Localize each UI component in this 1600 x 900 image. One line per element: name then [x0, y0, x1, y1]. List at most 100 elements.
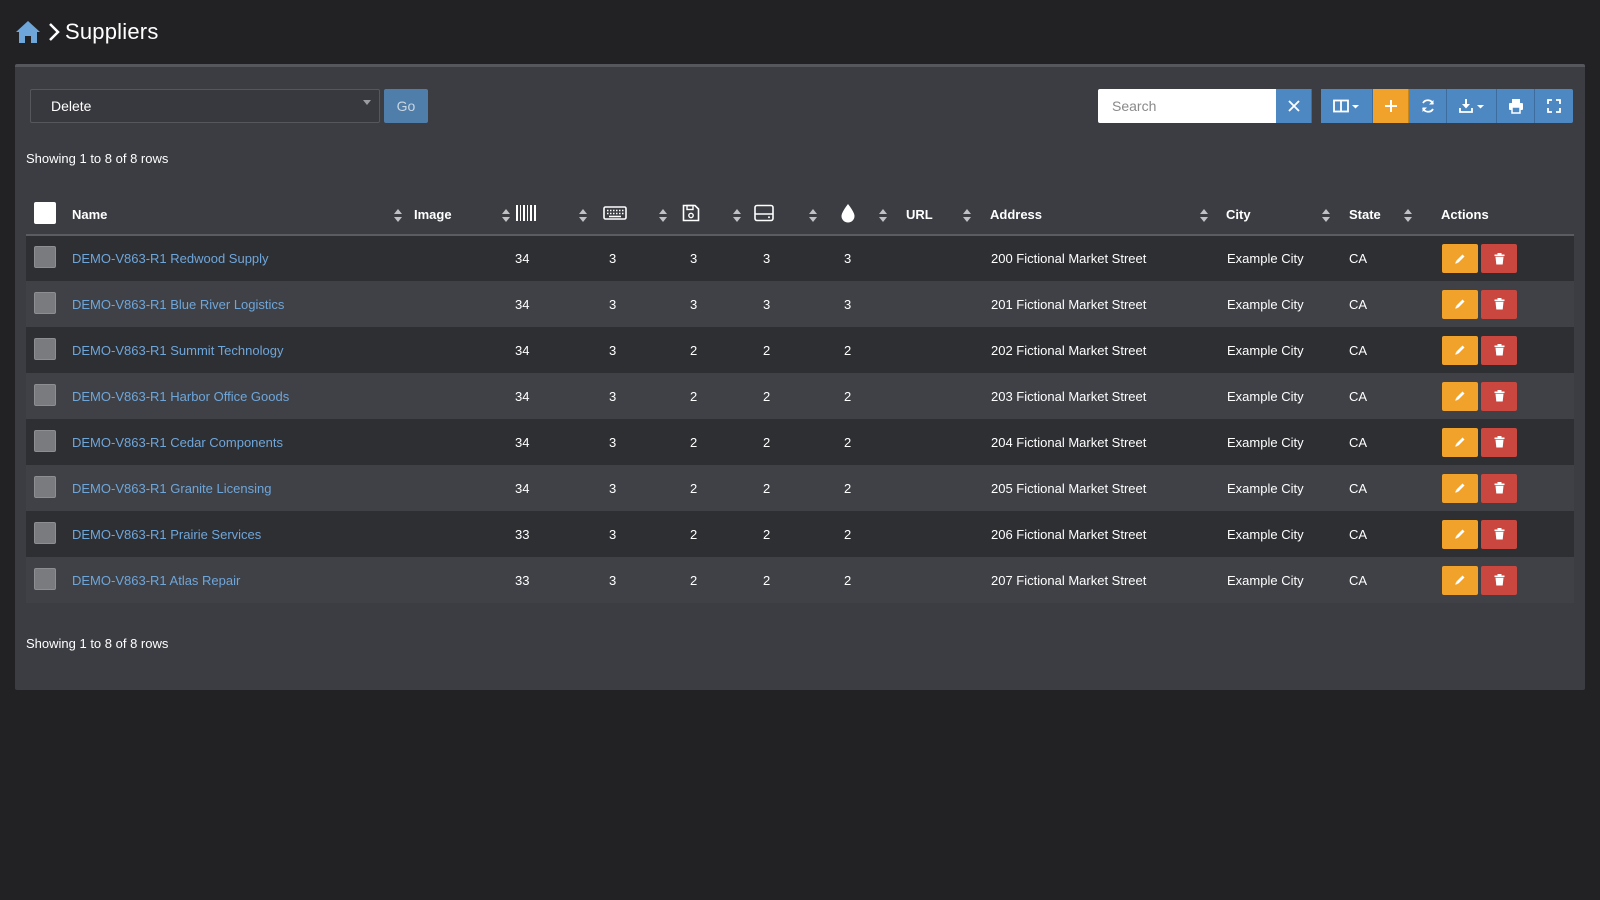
- column-header-assets[interactable]: [515, 195, 592, 236]
- accessories-count-cell: 3: [592, 373, 672, 419]
- table-row[interactable]: DEMO-V863-R1 Cedar Components 34 3 2 2 2…: [26, 419, 1574, 465]
- actions-cell: [1427, 557, 1574, 603]
- accessories-count-cell: 3: [592, 419, 672, 465]
- name-cell: DEMO-V863-R1 Prairie Services: [72, 511, 410, 557]
- row-select-cell: [26, 557, 72, 603]
- supplier-name-link[interactable]: DEMO-V863-R1 Atlas Repair: [72, 573, 240, 588]
- edit-button[interactable]: [1442, 335, 1478, 365]
- edit-button[interactable]: [1442, 381, 1478, 411]
- delete-button[interactable]: [1481, 565, 1517, 595]
- column-header-consumables[interactable]: [822, 195, 892, 236]
- row-select-cell: [26, 511, 72, 557]
- rows-info-bottom: Showing 1 to 8 of 8 rows: [26, 636, 169, 651]
- breadcrumb: Suppliers: [15, 14, 159, 50]
- edit-button[interactable]: [1442, 289, 1478, 319]
- delete-button[interactable]: [1481, 473, 1517, 503]
- accessories-count-cell: 3: [592, 235, 672, 281]
- edit-button[interactable]: [1442, 427, 1478, 457]
- url-cell: [892, 511, 976, 557]
- sort-icon: [1200, 209, 1208, 222]
- export-button[interactable]: [1447, 89, 1497, 123]
- accessories-count-cell: 3: [592, 281, 672, 327]
- supplier-name-link[interactable]: DEMO-V863-R1 Blue River Logistics: [72, 297, 284, 312]
- add-supplier-button[interactable]: [1373, 89, 1409, 123]
- column-header-image[interactable]: Image: [410, 195, 515, 236]
- refresh-button[interactable]: [1409, 89, 1447, 123]
- column-header-url[interactable]: URL: [892, 195, 976, 236]
- city-cell: Example City: [1212, 235, 1334, 281]
- fullscreen-button[interactable]: [1535, 89, 1573, 123]
- image-cell: [410, 281, 515, 327]
- column-header-city[interactable]: City: [1212, 195, 1334, 236]
- state-cell: CA: [1334, 327, 1427, 373]
- table-row[interactable]: DEMO-V863-R1 Granite Licensing 34 3 2 2 …: [26, 465, 1574, 511]
- column-header-name[interactable]: Name: [72, 195, 410, 236]
- sort-icon: [1404, 209, 1412, 222]
- row-checkbox[interactable]: [34, 291, 56, 314]
- name-cell: DEMO-V863-R1 Summit Technology: [72, 327, 410, 373]
- delete-button[interactable]: [1481, 427, 1517, 457]
- delete-button[interactable]: [1481, 519, 1517, 549]
- column-header-licenses[interactable]: [672, 195, 746, 236]
- consumables-count-cell: 3: [822, 281, 892, 327]
- address-cell: 204 Fictional Market Street: [976, 419, 1212, 465]
- actions-cell: [1427, 373, 1574, 419]
- city-cell: Example City: [1212, 419, 1334, 465]
- supplier-name-link[interactable]: DEMO-V863-R1 Granite Licensing: [72, 481, 271, 496]
- row-checkbox[interactable]: [34, 429, 56, 452]
- pencil-icon: [1455, 345, 1465, 355]
- row-checkbox[interactable]: [34, 567, 56, 590]
- row-checkbox[interactable]: [34, 383, 56, 406]
- actions-cell: [1427, 511, 1574, 557]
- home-icon[interactable]: [15, 19, 41, 45]
- delete-button[interactable]: [1481, 289, 1517, 319]
- rows-info-top: Showing 1 to 8 of 8 rows: [26, 151, 169, 166]
- pencil-icon: [1455, 437, 1465, 447]
- sort-icon: [733, 209, 741, 222]
- suppliers-panel: Delete Go Search Showing 1 to 8 of 8 row…: [15, 64, 1585, 690]
- table-row[interactable]: DEMO-V863-R1 Blue River Logistics 34 3 3…: [26, 281, 1574, 327]
- row-checkbox[interactable]: [34, 521, 56, 544]
- select-all-checkbox[interactable]: [34, 202, 56, 224]
- actions-cell: [1427, 327, 1574, 373]
- edit-button[interactable]: [1442, 565, 1478, 595]
- clear-search-button[interactable]: [1276, 89, 1312, 123]
- supplier-name-link[interactable]: DEMO-V863-R1 Redwood Supply: [72, 251, 269, 266]
- print-button[interactable]: [1497, 89, 1535, 123]
- trash-icon: [1494, 298, 1504, 310]
- components-count-cell: 2: [746, 373, 822, 419]
- column-header-address[interactable]: Address: [976, 195, 1212, 236]
- image-cell: [410, 373, 515, 419]
- column-header-state[interactable]: State: [1334, 195, 1427, 236]
- delete-button[interactable]: [1481, 381, 1517, 411]
- table-row[interactable]: DEMO-V863-R1 Summit Technology 34 3 2 2 …: [26, 327, 1574, 373]
- edit-button[interactable]: [1442, 473, 1478, 503]
- bulk-action-select[interactable]: Delete: [30, 89, 380, 123]
- actions-cell: [1427, 465, 1574, 511]
- state-cell: CA: [1334, 465, 1427, 511]
- table-row[interactable]: DEMO-V863-R1 Harbor Office Goods 34 3 2 …: [26, 373, 1574, 419]
- url-cell: [892, 327, 976, 373]
- row-checkbox[interactable]: [34, 246, 56, 268]
- table-row[interactable]: DEMO-V863-R1 Redwood Supply 34 3 3 3 3 2…: [26, 235, 1574, 281]
- column-header-accessories[interactable]: [592, 195, 672, 236]
- row-checkbox[interactable]: [34, 337, 56, 360]
- trash-icon: [1494, 390, 1504, 402]
- edit-button[interactable]: [1442, 244, 1478, 273]
- supplier-name-link[interactable]: DEMO-V863-R1 Summit Technology: [72, 343, 283, 358]
- search-input[interactable]: [1098, 89, 1276, 123]
- address-cell: 203 Fictional Market Street: [976, 373, 1212, 419]
- supplier-name-link[interactable]: DEMO-V863-R1 Harbor Office Goods: [72, 389, 289, 404]
- column-label-state: State: [1349, 207, 1381, 222]
- table-row[interactable]: DEMO-V863-R1 Atlas Repair 33 3 2 2 2 207…: [26, 557, 1574, 603]
- column-header-components[interactable]: [746, 195, 822, 236]
- supplier-name-link[interactable]: DEMO-V863-R1 Prairie Services: [72, 527, 261, 542]
- edit-button[interactable]: [1442, 519, 1478, 549]
- delete-button[interactable]: [1481, 244, 1517, 273]
- supplier-name-link[interactable]: DEMO-V863-R1 Cedar Components: [72, 435, 283, 450]
- row-checkbox[interactable]: [34, 475, 56, 498]
- go-button[interactable]: Go: [384, 89, 428, 123]
- delete-button[interactable]: [1481, 335, 1517, 365]
- columns-toggle-button[interactable]: [1321, 89, 1373, 123]
- table-row[interactable]: DEMO-V863-R1 Prairie Services 33 3 2 2 2…: [26, 511, 1574, 557]
